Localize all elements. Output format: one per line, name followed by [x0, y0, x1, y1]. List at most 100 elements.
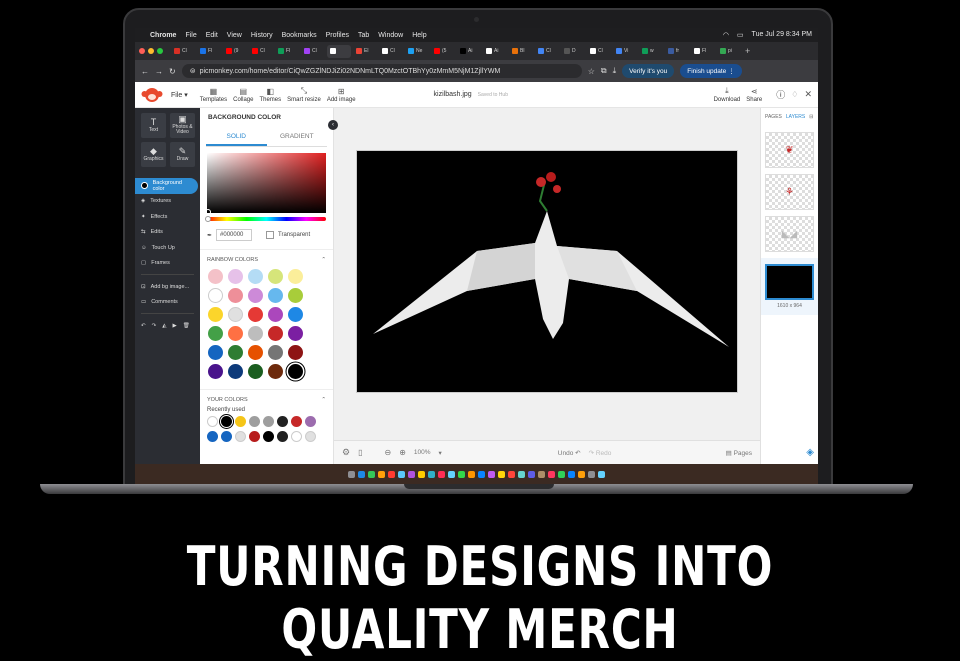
- zoom-dropdown-icon[interactable]: ▾: [439, 449, 442, 457]
- color-swatch[interactable]: [208, 326, 223, 341]
- recent-color-swatch[interactable]: [277, 416, 288, 427]
- browser-tab[interactable]: fr: [665, 45, 689, 58]
- dove-rose-artwork[interactable]: [357, 151, 739, 394]
- download-button[interactable]: ⤓ Download: [714, 86, 741, 103]
- back-icon[interactable]: ←: [141, 67, 149, 76]
- maximize-window-icon[interactable]: [157, 48, 163, 54]
- color-field-handle[interactable]: [205, 209, 211, 215]
- color-swatch[interactable]: [208, 269, 223, 284]
- color-swatch[interactable]: [208, 307, 223, 322]
- collapse-layers-icon[interactable]: ⊟: [809, 114, 813, 120]
- collage-button[interactable]: ▤ Collage: [233, 87, 253, 103]
- finish-update-button[interactable]: Finish update ⋮: [680, 64, 742, 78]
- browser-tab[interactable]: w: [639, 45, 663, 58]
- color-swatch[interactable]: [248, 269, 263, 284]
- close-editor-icon[interactable]: ✕: [804, 89, 812, 100]
- browser-tab[interactable]: Vi: [613, 45, 637, 58]
- wifi-icon[interactable]: ◠: [723, 31, 729, 39]
- flip-icon[interactable]: ◭: [162, 323, 166, 329]
- zoom-in-icon[interactable]: ⊕: [399, 448, 406, 457]
- picmonkey-logo-icon[interactable]: [141, 86, 163, 104]
- redo-button[interactable]: ↷ Redo: [589, 449, 612, 457]
- browser-tab[interactable]: pi: [717, 45, 741, 58]
- dock-app-icon[interactable]: [578, 470, 585, 478]
- browser-tab[interactable]: Fl: [691, 45, 715, 58]
- browser-tab[interactable]: (9: [223, 45, 247, 58]
- graphics-button[interactable]: ◆ Graphics: [141, 142, 166, 167]
- layer-rose-stem[interactable]: ⚘: [765, 174, 814, 210]
- menu-window[interactable]: Window: [378, 32, 403, 39]
- color-swatch[interactable]: [288, 307, 303, 322]
- tab-gradient[interactable]: GRADIENT: [267, 129, 328, 146]
- menu-help[interactable]: Help: [412, 32, 426, 39]
- dock-app-icon[interactable]: [498, 470, 505, 478]
- device-preview-icon[interactable]: ▯: [358, 448, 362, 457]
- minimize-window-icon[interactable]: [148, 48, 154, 54]
- color-swatch[interactable]: [228, 326, 243, 341]
- menu-profiles[interactable]: Profiles: [326, 32, 349, 39]
- hue-slider-handle[interactable]: [205, 216, 211, 222]
- color-swatch[interactable]: [288, 345, 303, 360]
- notifications-icon[interactable]: ♢: [791, 90, 798, 99]
- nav-textures[interactable]: ◈ Textures: [135, 194, 200, 210]
- recent-color-swatch[interactable]: [305, 431, 316, 442]
- layer-rose[interactable]: ❦: [765, 132, 814, 168]
- menu-file[interactable]: File: [185, 32, 196, 39]
- dock-app-icon[interactable]: [508, 470, 515, 478]
- browser-tab[interactable]: Cl: [587, 45, 611, 58]
- undo-button[interactable]: Undo ↶: [558, 449, 581, 457]
- file-name[interactable]: kizilbash.jpg: [434, 91, 472, 98]
- color-field[interactable]: [205, 153, 326, 215]
- dock-app-icon[interactable]: [348, 470, 355, 478]
- recent-color-swatch[interactable]: [305, 416, 316, 427]
- nav-background-color[interactable]: Background color: [135, 178, 198, 194]
- color-swatch[interactable]: [268, 364, 283, 379]
- browser-tab[interactable]: Fl: [275, 45, 299, 58]
- menu-bookmarks[interactable]: Bookmarks: [282, 32, 317, 39]
- dock-app-icon[interactable]: [478, 470, 485, 478]
- browser-tab[interactable]: Ai: [483, 45, 507, 58]
- new-tab-icon[interactable]: +: [745, 46, 750, 56]
- recent-color-swatch[interactable]: [249, 431, 260, 442]
- color-swatch[interactable]: [208, 345, 223, 360]
- color-swatch[interactable]: [268, 307, 283, 322]
- browser-tab[interactable]: Bl: [509, 45, 533, 58]
- browser-tab[interactable]: (5: [431, 45, 455, 58]
- tab-layers[interactable]: LAYERS: [786, 114, 805, 120]
- dock-app-icon[interactable]: [588, 470, 595, 478]
- menu-view[interactable]: View: [227, 32, 242, 39]
- themes-button[interactable]: ◧ Themes: [259, 87, 281, 103]
- dock-app-icon[interactable]: [538, 470, 545, 478]
- dock-app-icon[interactable]: [408, 470, 415, 478]
- browser-tab[interactable]: Cl: [171, 45, 195, 58]
- color-swatch[interactable]: [268, 345, 283, 360]
- color-swatch[interactable]: [248, 288, 263, 303]
- color-swatch[interactable]: [288, 269, 303, 284]
- zoom-out-icon[interactable]: ⊖: [384, 448, 391, 457]
- color-swatch[interactable]: [228, 364, 243, 379]
- pages-button[interactable]: ▤ Pages: [726, 449, 752, 457]
- browser-tab[interactable]: Fl: [197, 45, 221, 58]
- hex-input[interactable]: #000000: [216, 229, 253, 241]
- delete-icon[interactable]: 🗑: [183, 323, 190, 329]
- browser-tab[interactable]: D: [561, 45, 585, 58]
- share-button[interactable]: ⋖ Share: [746, 87, 762, 103]
- dock-app-icon[interactable]: [488, 470, 495, 478]
- layer-dove[interactable]: ◣◢: [765, 216, 814, 252]
- dock-app-icon[interactable]: [548, 470, 555, 478]
- transparent-checkbox[interactable]: [266, 231, 275, 239]
- color-swatch[interactable]: [288, 326, 303, 341]
- dock-app-icon[interactable]: [448, 470, 455, 478]
- color-swatch[interactable]: [228, 345, 243, 360]
- undo-icon[interactable]: ↶: [141, 323, 146, 329]
- recent-color-swatch[interactable]: [263, 431, 274, 442]
- browser-tab[interactable]: Cl: [249, 45, 273, 58]
- menu-edit[interactable]: Edit: [206, 32, 218, 39]
- menu-tab[interactable]: Tab: [358, 32, 369, 39]
- forward-icon[interactable]: →: [155, 67, 163, 76]
- color-swatch[interactable]: [228, 269, 243, 284]
- color-swatch[interactable]: [208, 288, 223, 303]
- hue-slider[interactable]: [205, 216, 326, 222]
- dock-app-icon[interactable]: [428, 470, 435, 478]
- dock-app-icon[interactable]: [368, 470, 375, 478]
